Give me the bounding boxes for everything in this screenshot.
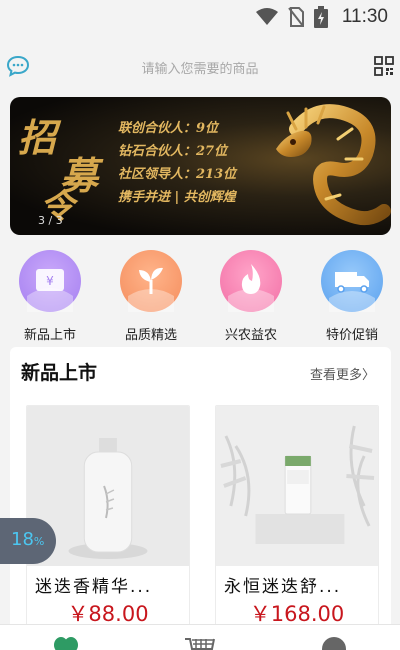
user-icon[interactable]	[320, 635, 348, 650]
progress-unit: %	[33, 535, 45, 548]
category-new[interactable]: ¥ 新品上市	[10, 250, 90, 343]
banner-line: 钻石合伙人：27位	[118, 144, 228, 159]
dragon-illustration	[276, 104, 391, 226]
banner-line: 社区领导人：213位	[118, 167, 237, 182]
wifi-icon	[255, 8, 278, 25]
svg-text:¥: ¥	[46, 274, 54, 288]
banner-line: 携手并进 | 共创辉煌	[118, 190, 236, 205]
category-circle	[220, 250, 282, 312]
category-row: ¥ 新品上市 品质精选 兴农益农 特价促销	[0, 250, 400, 345]
product-name: 永恒迷迭舒...	[224, 577, 342, 597]
truck-icon	[329, 272, 375, 312]
banner-pager: 3 / 3	[38, 214, 63, 227]
promo-banner[interactable]: 招 募 令 联创合伙人：9位 钻石合伙人：27位 社区领导人：213位 携手并进…	[10, 97, 391, 235]
progress-value: 18%	[11, 529, 44, 550]
flame-icon	[228, 264, 274, 312]
category-label: 特价促销	[325, 328, 378, 343]
progress-number: 18	[11, 529, 34, 550]
category-sale[interactable]: 特价促销	[312, 250, 392, 343]
product-card[interactable]: 永恒迷迭舒... ￥168.00	[215, 405, 379, 647]
product-name: 迷迭香精华...	[35, 577, 153, 597]
category-label: 品质精选	[124, 328, 177, 343]
category-label: 新品上市	[23, 328, 76, 343]
product-image	[216, 406, 378, 566]
no-sim-icon	[288, 7, 304, 27]
clover-icon[interactable]	[52, 635, 80, 650]
category-circle	[321, 250, 383, 312]
sprout-icon	[128, 267, 174, 312]
category-circle	[120, 250, 182, 312]
category-circle: ¥	[19, 250, 81, 312]
cart-icon[interactable]	[184, 635, 216, 650]
scan-icon[interactable]	[374, 56, 394, 76]
new-products-section: 新品上市 查看更多〉 迷迭香精华... ￥88.00 永恒迷迭舒... ￥168…	[10, 347, 391, 647]
progress-badge[interactable]: 18%	[0, 518, 56, 564]
category-quality[interactable]: 品质精选	[111, 250, 191, 343]
battery-charging-icon	[313, 6, 328, 28]
banner-text: 联创合伙人：9位 钻石合伙人：27位 社区领导人：213位 携手并进 | 共创辉…	[118, 117, 236, 209]
category-label: 兴农益农	[224, 328, 277, 343]
status-bar: 11:30	[0, 0, 400, 38]
ticket-icon: ¥	[27, 269, 73, 312]
section-title: 新品上市	[21, 362, 98, 384]
category-agri[interactable]: 兴农益农	[211, 250, 291, 343]
clock: 11:30	[341, 6, 388, 27]
banner-line: 联创合伙人：9位	[118, 121, 219, 136]
view-more-link[interactable]: 查看更多〉	[310, 364, 375, 383]
search-input[interactable]: 请输入您需要的商品	[0, 58, 400, 77]
tab-bar	[0, 624, 400, 650]
banner-char: 招	[18, 115, 57, 160]
search-bar[interactable]: 请输入您需要的商品	[0, 50, 400, 84]
